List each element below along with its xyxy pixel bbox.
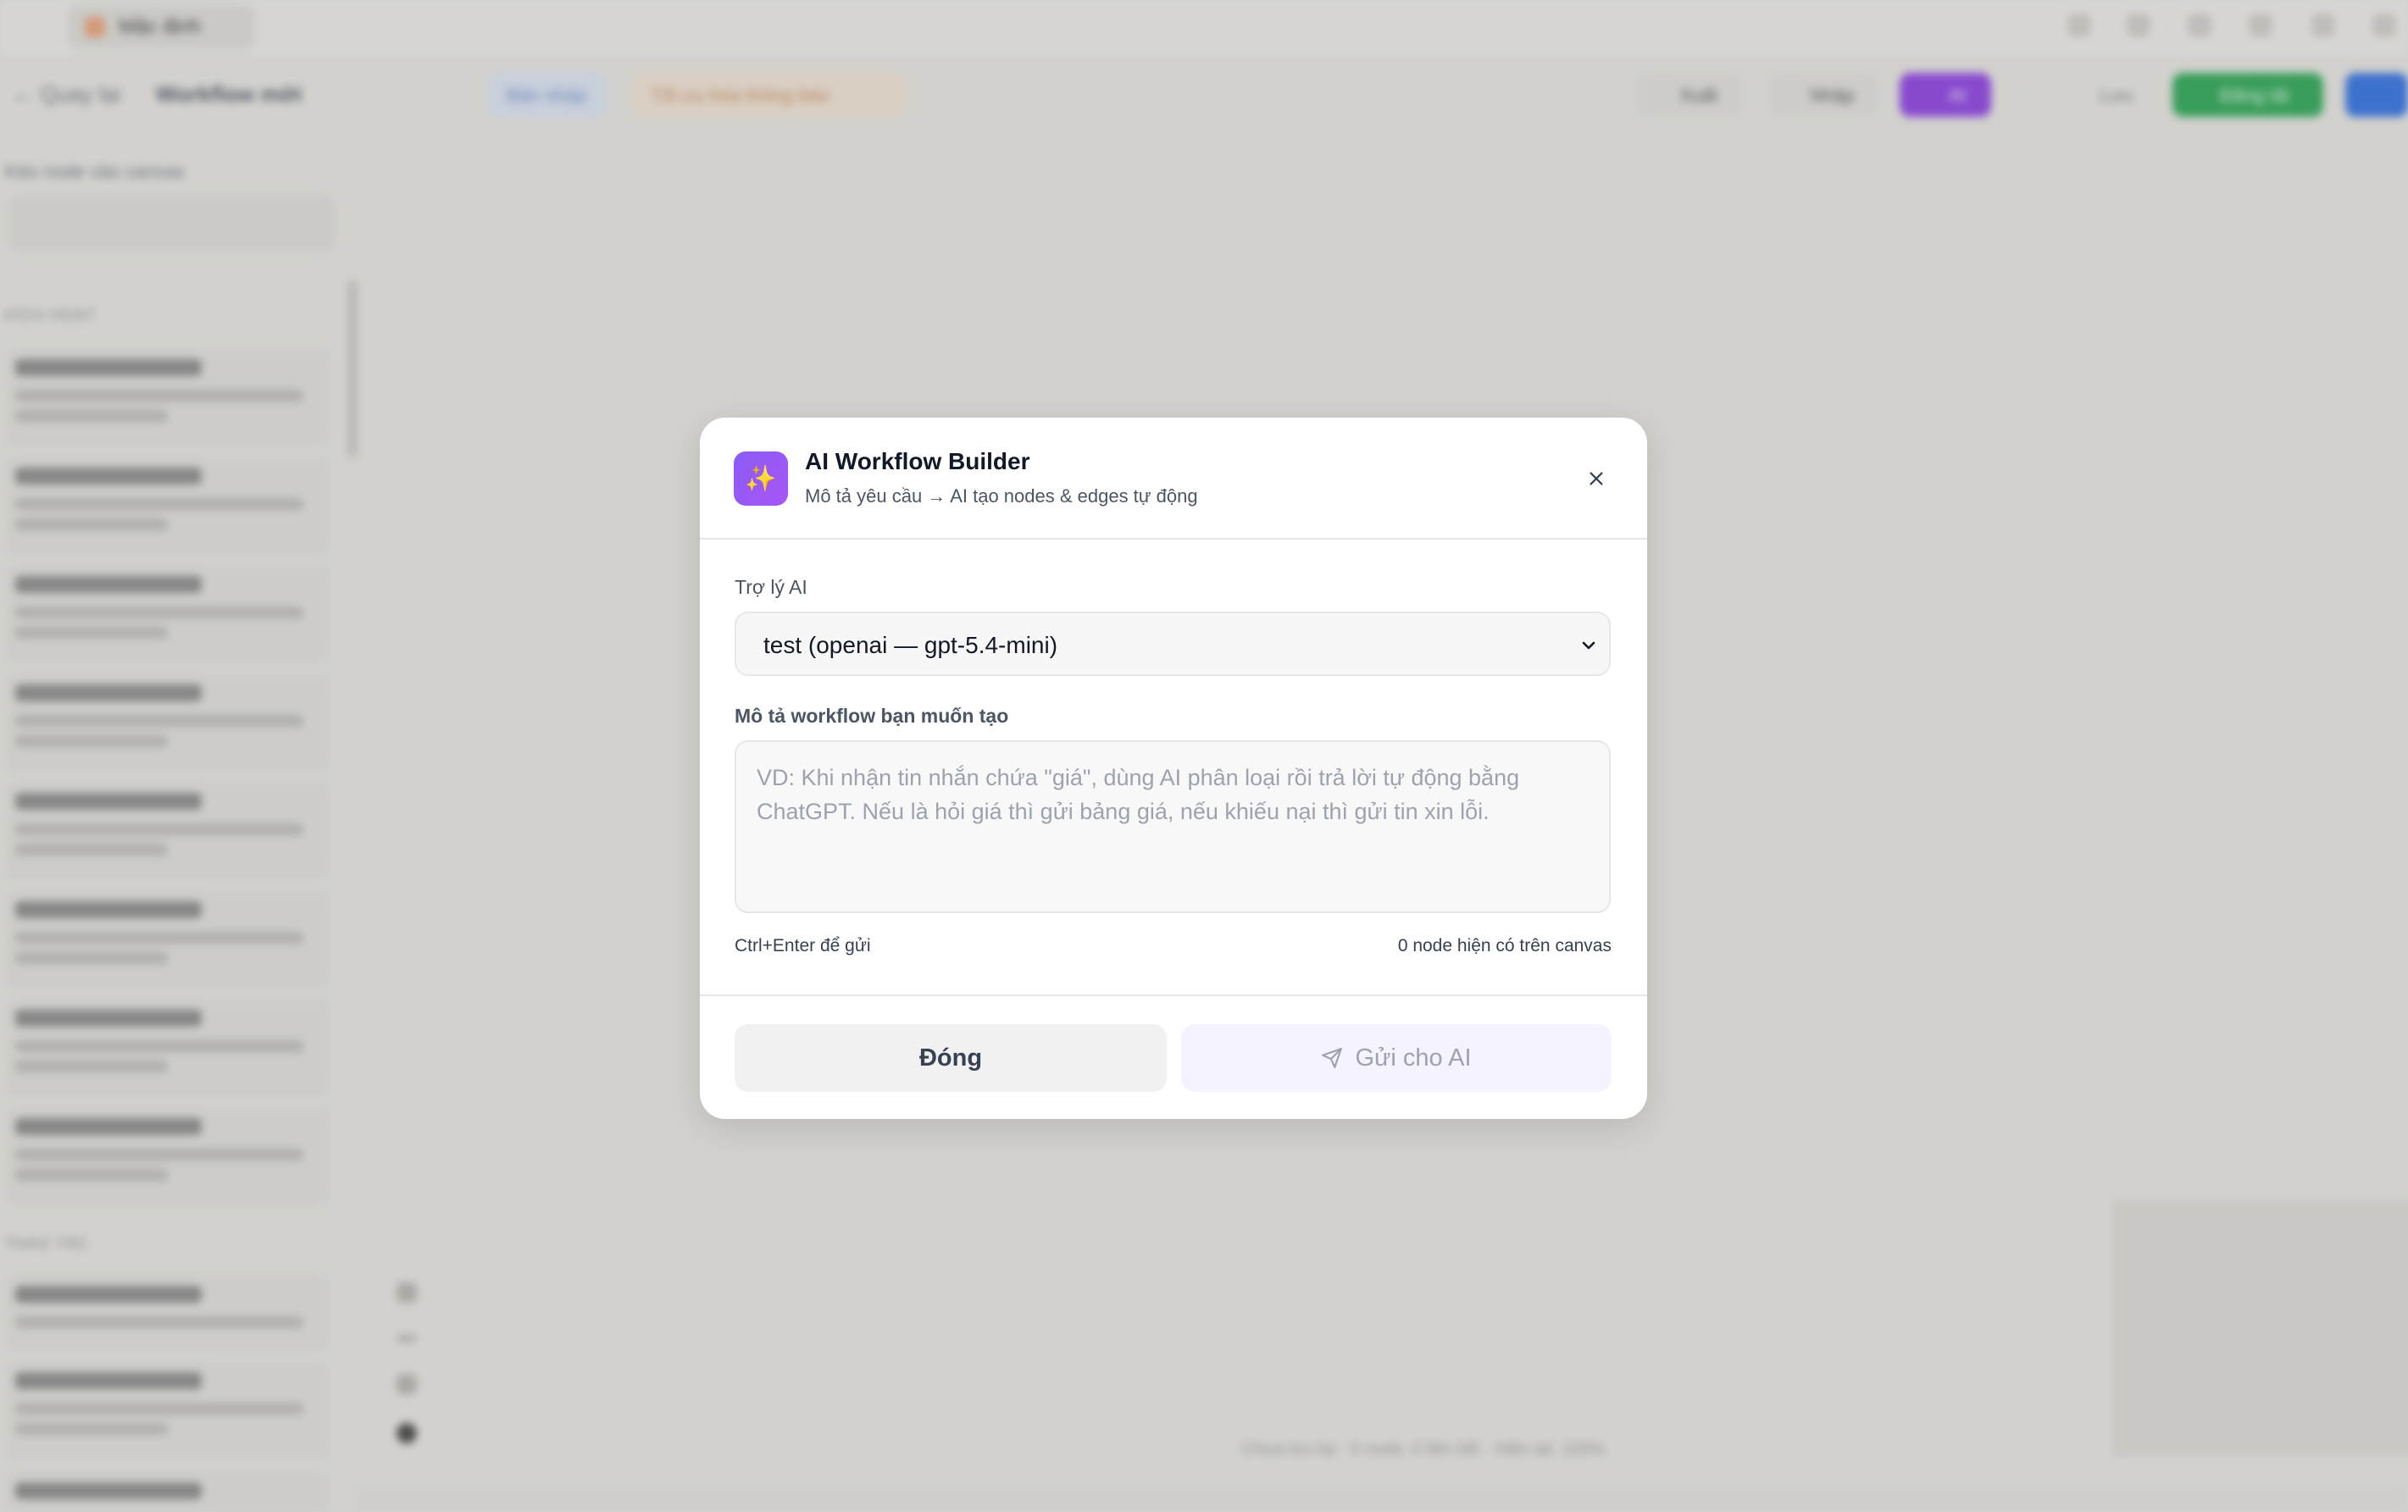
- send-icon: [1322, 1048, 1343, 1068]
- shortcut-hint: Ctrl+Enter để gửi: [735, 936, 871, 955]
- send-button-label: Gửi cho AI: [1355, 1044, 1472, 1072]
- chevron-down-icon: [1582, 641, 1595, 650]
- assistant-select[interactable]: test (openai — gpt-5.4-mini): [735, 612, 1611, 676]
- dialog-header: ✨ AI Workflow Builder Mô tả yêu cầu → AI…: [700, 418, 1647, 540]
- send-to-ai-button[interactable]: Gửi cho AI: [1181, 1024, 1612, 1092]
- close-icon[interactable]: [1578, 460, 1615, 497]
- assistant-label: Trợ lý AI: [735, 576, 807, 598]
- description-label: Mô tả workflow bạn muốn tạo: [735, 705, 1009, 727]
- footer-divider: [700, 994, 1647, 996]
- close-button[interactable]: Đóng: [735, 1024, 1167, 1092]
- dialog-subtitle: Mô tả yêu cầu → AI tạo nodes & edges tự …: [805, 485, 1198, 507]
- dialog-title: AI Workflow Builder: [805, 448, 1030, 474]
- description-input[interactable]: [735, 740, 1611, 913]
- node-count: 0 node hiện có trên canvas: [1397, 936, 1612, 955]
- sparkles-icon: ✨: [734, 451, 788, 506]
- ai-workflow-builder-dialog: ✨ AI Workflow Builder Mô tả yêu cầu → AI…: [700, 418, 1647, 1119]
- assistant-select-value: test (openai — gpt-5.4-mini): [763, 632, 1058, 658]
